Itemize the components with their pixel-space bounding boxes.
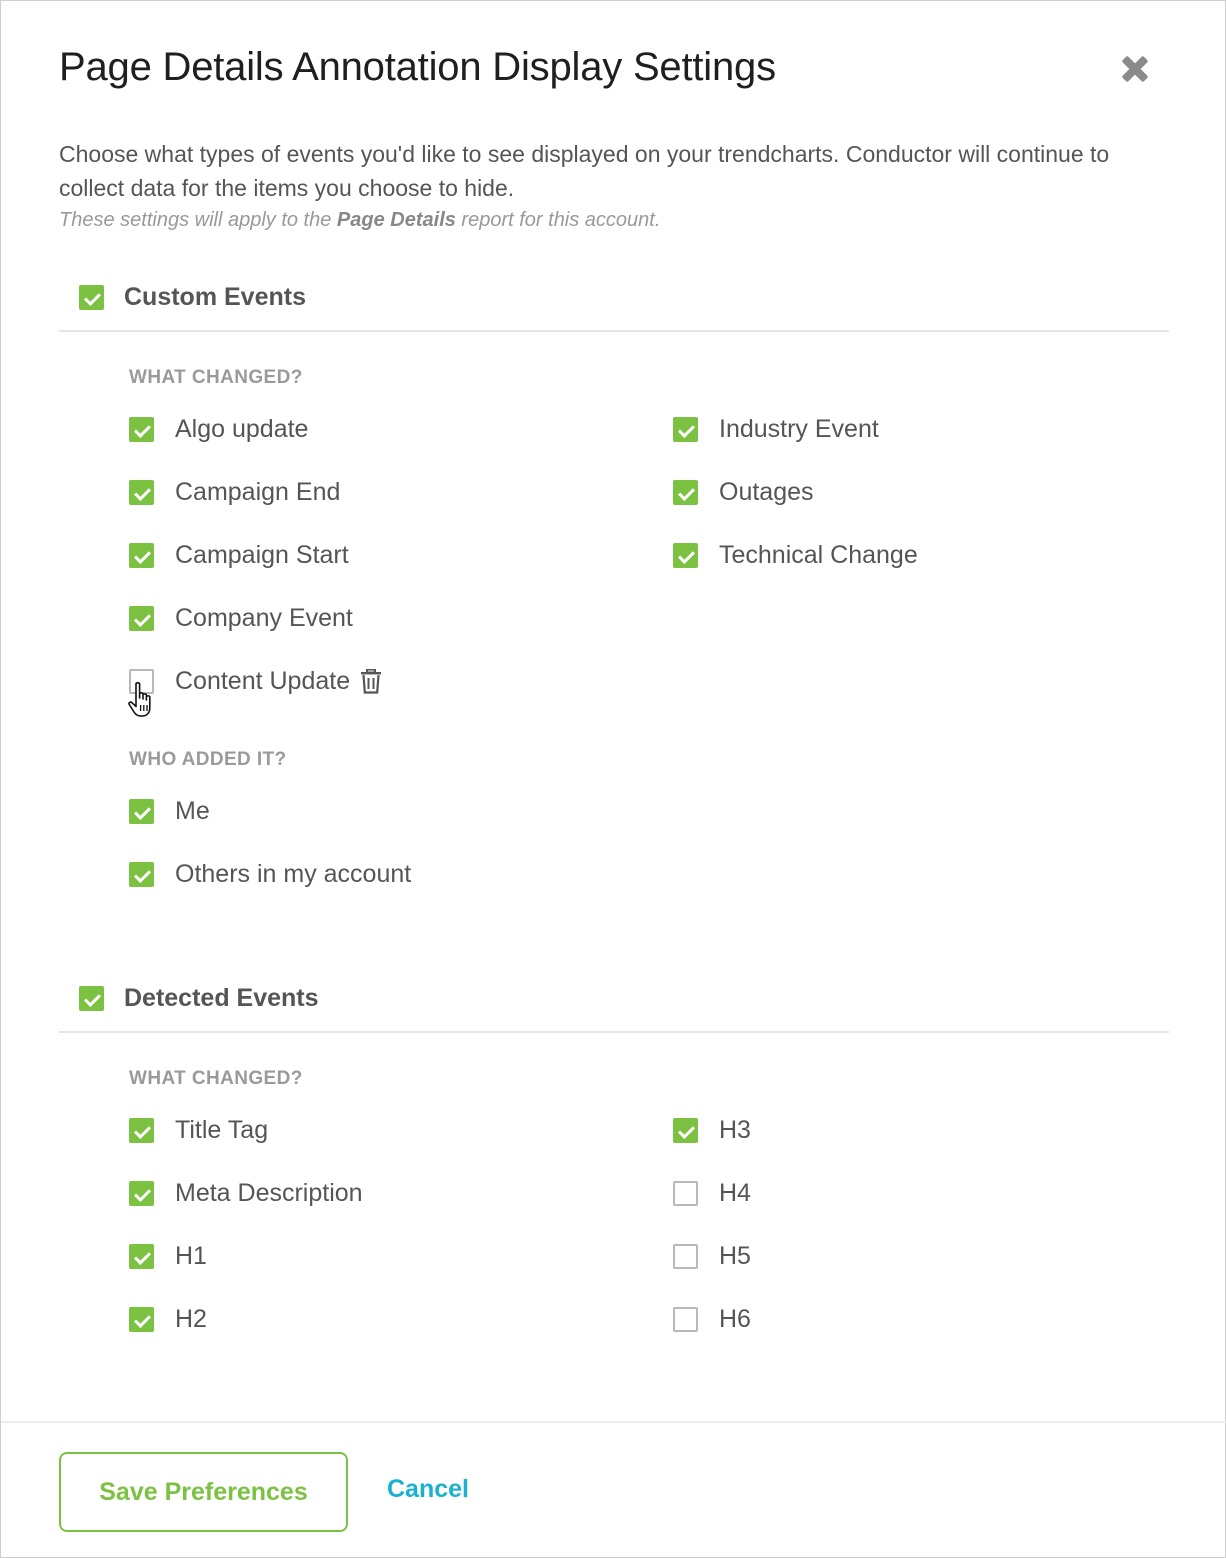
custom-item-technical-change[interactable]: Technical Change — [673, 541, 918, 570]
item-label: Company Event — [175, 604, 353, 632]
item-label: Title Tag — [175, 1116, 269, 1144]
detected-item-h5[interactable]: H5 — [673, 1242, 751, 1271]
custom-events-toggle[interactable]: Custom Events — [79, 283, 306, 312]
checkbox[interactable] — [673, 1244, 698, 1269]
custom-events-checkbox[interactable] — [79, 285, 104, 310]
item-label: Others in my account — [175, 860, 412, 888]
save-preferences-button[interactable]: Save Preferences — [59, 1452, 348, 1532]
custom-item-company-event[interactable]: Company Event — [129, 604, 353, 633]
item-label: Campaign Start — [175, 541, 349, 569]
custom-who-me[interactable]: Me — [129, 797, 210, 826]
checkbox[interactable] — [673, 1118, 698, 1143]
item-label: Industry Event — [719, 415, 879, 443]
detected-item-h2[interactable]: H2 — [129, 1305, 207, 1334]
note-prefix: These settings will apply to the — [59, 209, 337, 231]
note-suffix: report for this account. — [455, 209, 661, 231]
item-label: Content Update — [175, 667, 351, 695]
checkbox[interactable] — [129, 543, 154, 568]
checkbox[interactable] — [129, 1307, 154, 1332]
note-report-name: Page Details — [336, 209, 456, 231]
item-label: H4 — [719, 1179, 751, 1207]
custom-item-algo-update[interactable]: Algo update — [129, 415, 308, 444]
checkbox[interactable] — [129, 1244, 154, 1269]
checkbox[interactable] — [129, 480, 154, 505]
item-label: H1 — [175, 1242, 207, 1270]
custom-item-campaign-start[interactable]: Campaign Start — [129, 541, 349, 570]
checkbox[interactable] — [673, 480, 698, 505]
item-label: Algo update — [175, 415, 309, 443]
dialog-note: These settings will apply to the Page De… — [59, 209, 660, 232]
checkbox[interactable] — [673, 417, 698, 442]
detected-events-checkbox[interactable] — [79, 986, 104, 1011]
cancel-link[interactable]: Cancel — [387, 1475, 469, 1504]
checkbox[interactable] — [129, 1118, 154, 1143]
detected-item-h6[interactable]: H6 — [673, 1305, 751, 1334]
detected-events-label: Detected Events — [124, 984, 319, 1012]
checkbox[interactable] — [673, 1307, 698, 1332]
custom-who-others[interactable]: Others in my account — [129, 860, 411, 889]
detected-item-h3[interactable]: H3 — [673, 1116, 751, 1145]
custom-item-content-update[interactable]: Content Update — [129, 667, 382, 696]
footer-divider — [1, 1421, 1226, 1423]
detected-item-h4[interactable]: H4 — [673, 1179, 751, 1208]
checkbox[interactable] — [129, 417, 154, 442]
item-label: H3 — [719, 1116, 751, 1144]
custom-item-outages[interactable]: Outages — [673, 478, 814, 507]
checkbox[interactable] — [673, 543, 698, 568]
trash-icon[interactable] — [360, 668, 382, 694]
detected-events-divider — [59, 1031, 1169, 1033]
checkbox[interactable] — [129, 1181, 154, 1206]
item-label: Technical Change — [719, 541, 918, 569]
dialog-description: Choose what types of events you'd like t… — [59, 141, 1110, 201]
checkbox[interactable] — [129, 606, 154, 631]
detected-item-title-tag[interactable]: Title Tag — [129, 1116, 268, 1145]
custom-events-label: Custom Events — [124, 283, 306, 311]
item-label: Outages — [719, 478, 814, 506]
detected-item-h1[interactable]: H1 — [129, 1242, 207, 1271]
custom-who-added-label: WHO ADDED IT? — [129, 749, 287, 770]
item-label: Me — [175, 797, 210, 825]
item-label: H6 — [719, 1305, 751, 1333]
checkbox[interactable] — [129, 669, 154, 694]
item-label: H2 — [175, 1305, 207, 1333]
checkbox[interactable] — [673, 1181, 698, 1206]
detected-events-toggle[interactable]: Detected Events — [79, 984, 319, 1013]
item-label: Campaign End — [175, 478, 341, 506]
item-label: H5 — [719, 1242, 751, 1270]
close-icon[interactable] — [1119, 53, 1151, 85]
item-label: Meta Description — [175, 1179, 363, 1207]
custom-item-campaign-end[interactable]: Campaign End — [129, 478, 340, 507]
checkbox[interactable] — [129, 862, 154, 887]
detected-what-changed-label: WHAT CHANGED? — [129, 1068, 303, 1089]
dialog-title: Page Details Annotation Display Settings — [59, 45, 776, 89]
custom-what-changed-label: WHAT CHANGED? — [129, 367, 303, 388]
checkbox[interactable] — [129, 799, 154, 824]
custom-events-divider — [59, 330, 1169, 332]
detected-item-meta-description[interactable]: Meta Description — [129, 1179, 363, 1208]
custom-item-industry-event[interactable]: Industry Event — [673, 415, 879, 444]
annotation-settings-dialog: Page Details Annotation Display Settings… — [0, 0, 1226, 1558]
